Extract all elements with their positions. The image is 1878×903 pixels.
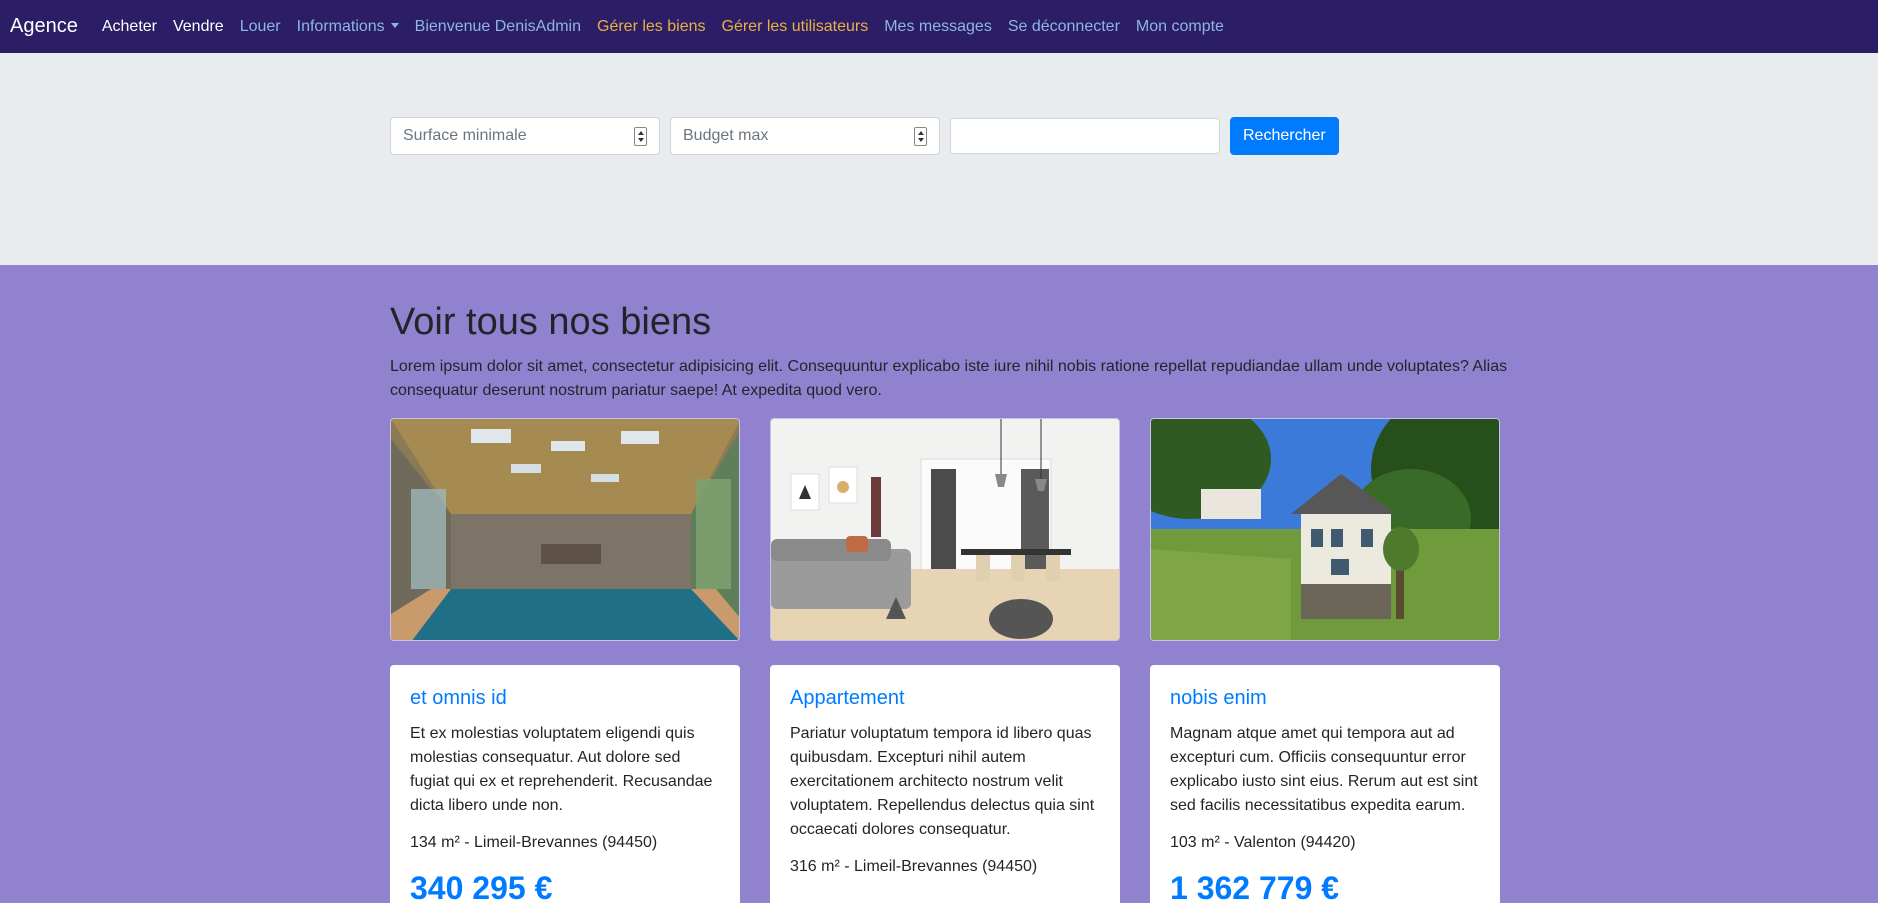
property-photo-house[interactable] (1150, 418, 1500, 641)
nav-acheter[interactable]: Acheter (102, 18, 157, 36)
nav-my-messages[interactable]: Mes messages (884, 18, 992, 36)
house-image (1151, 419, 1499, 640)
living-room-image (771, 419, 1119, 640)
search-button[interactable]: Rechercher (1230, 117, 1339, 155)
max-budget-input[interactable]: Budget max (670, 117, 940, 155)
search-form: Surface minimale Budget max Rechercher (390, 117, 1339, 155)
nav-informations-label: Informations (296, 17, 385, 35)
property-card-meta: 103 m² - Valenton (94420) (1170, 834, 1356, 851)
number-spinner-icon[interactable] (914, 127, 927, 146)
property-card[interactable]: Appartement Pariatur voluptatum tempora … (770, 665, 1120, 903)
property-photo-pool[interactable] (390, 418, 740, 641)
min-surface-placeholder: Surface minimale (403, 127, 527, 144)
brand-link[interactable]: Agence (10, 15, 78, 38)
property-card-price: 1 362 779 € (1170, 870, 1340, 903)
property-card[interactable]: et omnis id Et ex molestias voluptatem e… (390, 665, 740, 903)
number-spinner-icon[interactable] (634, 127, 647, 146)
nav-logout[interactable]: Se déconnecter (1008, 18, 1120, 36)
listings-description: Lorem ipsum dolor sit amet, consectetur … (390, 358, 1508, 399)
nav-my-account[interactable]: Mon compte (1136, 18, 1224, 36)
min-surface-input[interactable]: Surface minimale (390, 117, 660, 155)
nav-manage-users[interactable]: Gérer les utilisateurs (722, 18, 869, 36)
listings-section: Voir tous nos biens Lorem ipsum dolor si… (0, 265, 1878, 903)
property-card-description: Pariatur voluptatum tempora id libero qu… (790, 725, 1095, 838)
property-card[interactable]: nobis enim Magnam atque amet qui tempora… (1150, 665, 1500, 903)
nav-louer[interactable]: Louer (240, 18, 281, 36)
property-photo-living-room[interactable] (770, 418, 1120, 641)
property-card-title[interactable]: nobis enim (1170, 687, 1480, 710)
search-section: Surface minimale Budget max Rechercher (0, 53, 1878, 265)
nav-vendre[interactable]: Vendre (173, 18, 224, 36)
property-card-description: Magnam atque amet qui tempora aut ad exc… (1170, 725, 1478, 814)
indoor-pool-image (391, 419, 739, 640)
property-card-price: 340 295 € (410, 870, 553, 903)
nav-welcome-user[interactable]: Bienvenue DenisAdmin (415, 18, 581, 36)
max-budget-placeholder: Budget max (683, 127, 769, 144)
nav-manage-properties[interactable]: Gérer les biens (597, 18, 706, 36)
chevron-down-icon (390, 22, 399, 28)
keyword-input[interactable] (950, 118, 1220, 154)
nav-informations-dropdown[interactable]: Informations (297, 18, 399, 36)
property-card-meta: 316 m² - Limeil-Brevannes (94450) (790, 858, 1038, 875)
top-navbar: Agence Acheter Vendre Louer Informations… (0, 0, 1878, 53)
property-card-title[interactable]: et omnis id (410, 687, 720, 710)
listings-title: Voir tous nos biens (390, 301, 712, 343)
property-card-description: Et ex molestias voluptatem eligendi quis… (410, 725, 713, 814)
property-card-title[interactable]: Appartement (790, 687, 1100, 710)
property-card-meta: 134 m² - Limeil-Brevannes (94450) (410, 834, 658, 851)
